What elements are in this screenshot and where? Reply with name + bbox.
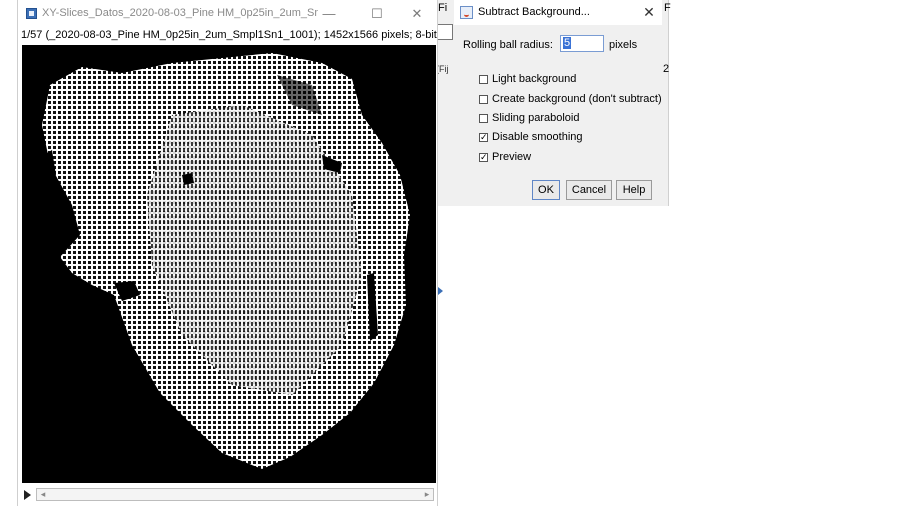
checkbox-box: ✓ <box>479 152 488 162</box>
background-number-fragment: 2 <box>663 63 670 75</box>
image-window: XY-Slices_Datos_2020-08-03_Pine HM_0p25i… <box>17 0 438 506</box>
dialog-titlebar[interactable]: Subtract Background... ✕ <box>454 0 662 25</box>
image-window-title: XY-Slices_Datos_2020-08-03_Pine HM_0p25i… <box>42 7 318 19</box>
checkbox-box <box>479 95 488 104</box>
wood-sample-shape <box>42 53 410 469</box>
subtract-background-dialog: Subtract Background... ✕ Rolling ball ra… <box>454 0 662 206</box>
stack-slice-scrollbar[interactable]: ◂ ▸ <box>36 488 434 501</box>
scroll-right-icon[interactable]: ▸ <box>421 489 433 500</box>
java-cup-icon <box>460 6 473 19</box>
minimize-button[interactable]: — <box>314 4 344 24</box>
background-right-fragment: F <box>664 2 671 14</box>
image-info-line: 1/57 (_2020-08-03_Pine HM_0p25in_2um_Smp… <box>21 29 437 41</box>
image-window-titlebar[interactable]: XY-Slices_Datos_2020-08-03_Pine HM_0p25i… <box>18 0 437 27</box>
rolling-ball-radius-label: Rolling ball radius: <box>463 39 553 51</box>
checkbox-label: Light background <box>492 73 577 85</box>
scroll-left-icon[interactable]: ◂ <box>37 489 49 500</box>
dialog-close-button[interactable]: ✕ <box>640 3 658 21</box>
background-toolbar-box <box>437 24 453 40</box>
cancel-button[interactable]: Cancel <box>566 180 612 200</box>
image-canvas[interactable] <box>22 45 436 483</box>
window-edge-marker-icon <box>438 287 443 295</box>
rolling-ball-radius-field[interactable]: 5 <box>560 35 604 52</box>
close-button[interactable]: ✕ <box>402 4 432 24</box>
radius-units-label: pixels <box>609 39 638 51</box>
dialog-title: Subtract Background... <box>478 6 590 18</box>
maximize-button[interactable]: ☐ <box>362 4 392 24</box>
play-icon[interactable] <box>24 490 31 500</box>
checkbox-label: Disable smoothing <box>492 131 583 143</box>
checkbox-label: Sliding paraboloid <box>492 112 580 124</box>
checkbox-box: ✓ <box>479 132 488 142</box>
checkbox-label: Preview <box>492 151 532 163</box>
help-button[interactable]: Help <box>616 180 652 200</box>
radius-value: 5 <box>563 37 572 49</box>
ok-button[interactable]: OK <box>532 180 560 200</box>
stack-scrollbar-area: ◂ ▸ <box>22 488 436 502</box>
background-menu-fragment: Fi <box>438 2 448 14</box>
checkbox-label: Create background (don't subtract) <box>492 93 662 105</box>
imagej-window-icon <box>26 8 37 19</box>
checkbox-box <box>479 75 488 84</box>
checkbox-box <box>479 114 488 123</box>
